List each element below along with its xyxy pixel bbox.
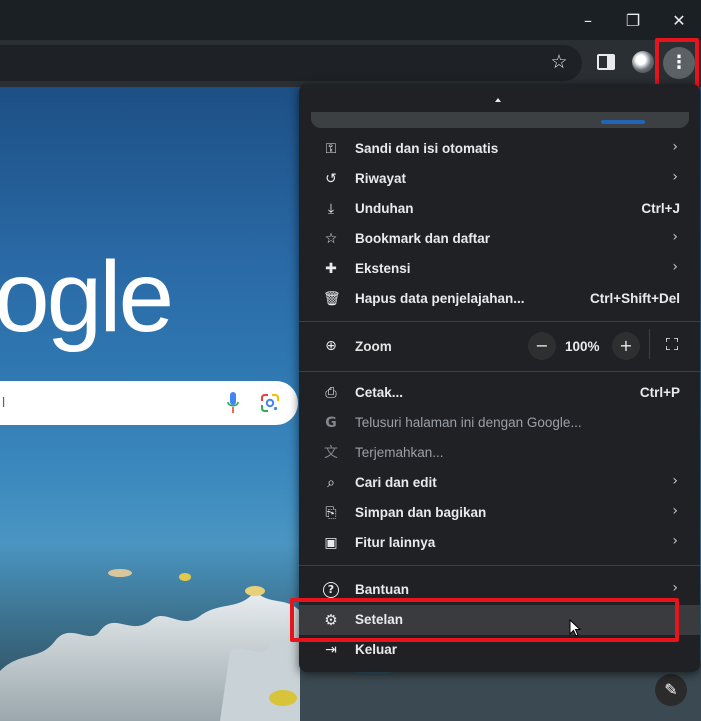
menu-item-find-and-edit[interactable]: ⌕ Cari dan edit › <box>299 468 700 498</box>
google-logo: ogle <box>0 241 174 353</box>
menu-divider <box>299 321 700 322</box>
menu-item-passwords[interactable]: ⚿ Sandi dan isi otomatis › <box>299 134 700 164</box>
menu-item-label: Telusuri halaman ini dengan Google... <box>355 415 582 430</box>
menu-item-bookmarks[interactable]: ☆ Bookmark dan daftar › <box>299 224 700 254</box>
address-bar[interactable] <box>0 45 582 81</box>
menu-item-label: Bookmark dan daftar <box>355 231 491 246</box>
download-icon: ⤓ <box>327 201 335 217</box>
menu-item-label: Riwayat <box>355 171 407 186</box>
microphone-icon[interactable] <box>227 391 239 415</box>
menu-item-label: Ekstensi <box>355 261 411 276</box>
menu-item-downloads[interactable]: ⤓ Unduhan Ctrl+J <box>299 194 700 224</box>
minimize-icon[interactable]: – <box>572 6 604 34</box>
chrome-menu: ⚿ Sandi dan isi otomatis › ↺ Riwayat › ⤓… <box>299 84 700 672</box>
menu-item-save-and-share[interactable]: ⎘ Simpan dan bagikan › <box>299 498 700 528</box>
menu-item-label: Hapus data penjelajahan... <box>355 291 525 306</box>
menu-item-translate: 文 Terjemahkan... <box>299 438 700 468</box>
zoom-label: Zoom <box>355 339 392 354</box>
translate-icon: 文 <box>324 445 338 461</box>
chevron-right-icon: › <box>672 580 678 596</box>
scroll-up-caret-icon[interactable] <box>495 98 501 102</box>
toolbar: ☆ ⋮ <box>0 40 701 87</box>
chevron-right-icon: › <box>672 169 678 185</box>
title-bar: – ❐ ✕ <box>0 0 701 40</box>
menu-item-label: Cetak... <box>355 385 404 400</box>
zoom-level: 100% <box>565 339 600 354</box>
puzzle-icon: ✚ <box>325 261 337 277</box>
chevron-right-icon: › <box>672 139 678 155</box>
shortcut-label: Ctrl+J <box>641 201 680 216</box>
chevron-right-icon: › <box>672 473 678 489</box>
zoom-in-button[interactable]: + <box>612 332 640 360</box>
menu-item-print[interactable]: ⎙ Cetak... Ctrl+P <box>299 378 700 408</box>
fullscreen-icon[interactable] <box>666 338 678 350</box>
menu-item-label: Terjemahkan... <box>355 445 444 460</box>
key-icon: ⚿ <box>325 141 337 157</box>
close-icon[interactable]: ✕ <box>663 6 695 34</box>
trash-icon: 🗑 <box>323 291 341 307</box>
zoom-out-button[interactable]: − <box>528 332 556 360</box>
profile-avatar[interactable] <box>632 51 654 73</box>
menu-item-label: Keluar <box>355 642 398 657</box>
zoom-icon: ⊕ <box>325 338 337 354</box>
menu-item-label: Bantuan <box>355 582 409 597</box>
zoom-separator <box>649 329 650 359</box>
search-box[interactable]: l <box>0 381 298 425</box>
toolbox-icon: ▣ <box>324 535 338 551</box>
menu-item-label: Fitur lainnya <box>355 535 436 550</box>
menu-item-label: Sandi dan isi otomatis <box>355 141 499 156</box>
menu-item-clear-browsing-data[interactable]: 🗑 Hapus data penjelajahan... Ctrl+Shift+… <box>299 284 700 314</box>
menu-profile-strip <box>311 112 689 128</box>
exit-icon: ⇥ <box>325 642 337 658</box>
chevron-right-icon: › <box>672 533 678 549</box>
help-icon: ? <box>323 582 339 598</box>
menu-divider <box>299 565 700 566</box>
restore-icon[interactable]: ❐ <box>617 6 649 34</box>
chevron-right-icon: › <box>672 503 678 519</box>
menu-item-label: Unduhan <box>355 201 414 216</box>
menu-item-search-with-google: G Telusuri halaman ini dengan Google... <box>299 408 700 438</box>
menu-item-label: Simpan dan bagikan <box>355 505 487 520</box>
history-icon: ↺ <box>325 171 337 187</box>
customize-edit-button[interactable]: ✎ <box>655 674 687 706</box>
shortcut-label: Ctrl+Shift+Del <box>589 291 680 306</box>
find-icon: ⌕ <box>327 475 335 491</box>
chevron-right-icon: › <box>672 259 678 275</box>
star-icon: ☆ <box>324 231 338 247</box>
shortcut-label: Ctrl+P <box>639 385 680 400</box>
save-share-icon: ⎘ <box>325 505 337 521</box>
menu-item-more-tools[interactable]: ▣ Fitur lainnya › <box>299 528 700 558</box>
print-icon: ⎙ <box>325 385 337 401</box>
search-input-text: l <box>2 394 6 410</box>
menu-divider <box>299 371 700 372</box>
side-panel-icon[interactable] <box>597 54 615 70</box>
menu-item-history[interactable]: ↺ Riwayat › <box>299 164 700 194</box>
google-g-icon: G <box>325 415 337 431</box>
google-lens-icon[interactable] <box>260 393 280 413</box>
menu-item-zoom: ⊕ Zoom − 100% + <box>299 329 700 363</box>
menu-item-label: Cari dan edit <box>355 475 437 490</box>
settings-highlight-box <box>290 598 679 642</box>
chevron-right-icon: › <box>672 229 678 245</box>
mouse-cursor-icon <box>569 619 581 637</box>
menu-item-extensions[interactable]: ✚ Ekstensi › <box>299 254 700 284</box>
bookmark-star-icon[interactable]: ☆ <box>545 48 573 76</box>
kebab-highlight-box <box>655 38 699 88</box>
